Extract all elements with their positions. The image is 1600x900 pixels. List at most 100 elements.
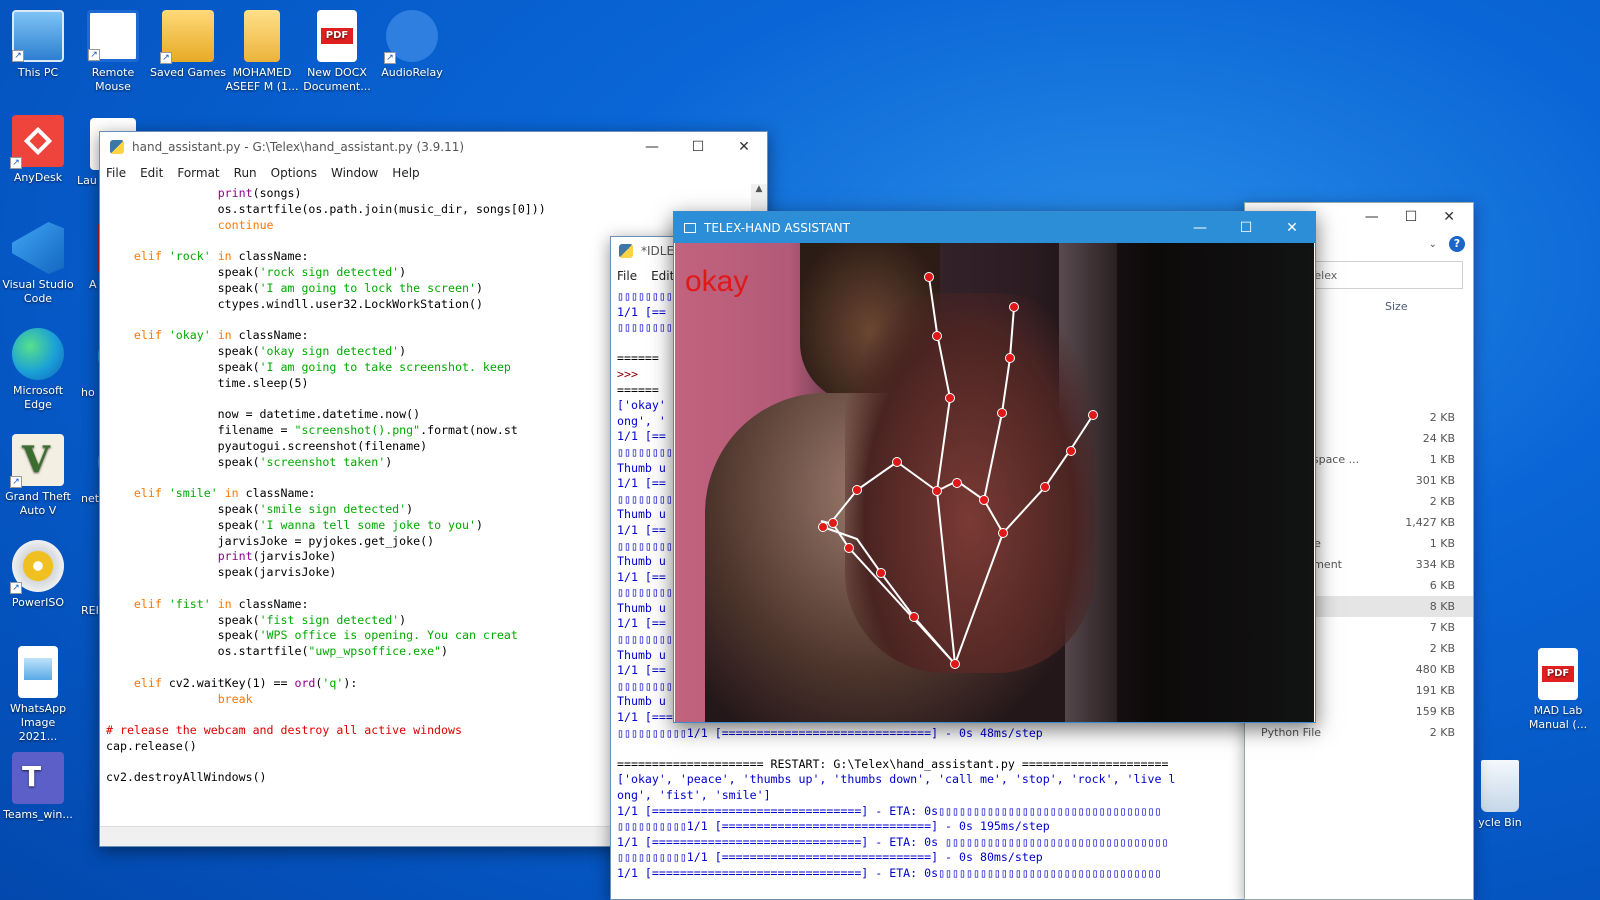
minimize-button[interactable]: — <box>1177 220 1223 236</box>
landmark-line-palm-2 <box>983 499 1004 534</box>
shell-line: ▯▯▯▯▯▯▯▯▯▯1/1 [=========================… <box>617 725 1043 740</box>
desktop-icon-audiorelay[interactable]: ↗ AudioRelay <box>374 10 450 80</box>
camera-titlebar[interactable]: TELEX-HAND ASSISTANT — ☐ ✕ <box>674 212 1315 243</box>
desktop-icon-this-pc[interactable]: ↗ This PC <box>0 10 76 80</box>
menu-edit[interactable]: Edit <box>140 166 163 180</box>
desktop-icon-poweriso[interactable]: ↗ PowerISO <box>0 540 76 610</box>
desktop-icon-mad-lab[interactable]: PDF MAD Lab Manual (... <box>1520 648 1596 732</box>
shell-line: ong', 'fist', 'smile'] <box>617 788 771 802</box>
shell-line: ===================== RESTART: G:\Telex\… <box>617 756 1169 771</box>
menu-edit[interactable]: Edit <box>651 269 674 283</box>
minimize-button[interactable]: — <box>1365 209 1379 225</box>
file-size: 6 KB <box>1429 579 1455 592</box>
file-row[interactable]: Python File 2 KB <box>1245 722 1473 743</box>
maximize-button[interactable]: ☐ <box>1223 220 1269 236</box>
landmark-point <box>818 522 828 532</box>
landmark-point <box>1088 410 1098 420</box>
file-size: 2 KB <box>1429 642 1455 655</box>
file-size: 24 KB <box>1422 432 1455 445</box>
detected-gesture-label: okay <box>685 265 749 298</box>
menu-options[interactable]: Options <box>271 166 317 180</box>
menu-window[interactable]: Window <box>331 166 378 180</box>
menu-file[interactable]: File <box>617 269 637 283</box>
landmark-point <box>997 408 1007 418</box>
gta-icon: V ↗ <box>10 434 64 488</box>
shell-line: 1/1 [==============================] - E… <box>617 803 1162 818</box>
anydesk-icon: ↗ <box>10 115 64 169</box>
file-size: 1 KB <box>1429 537 1455 550</box>
desktop-icon-mohamed[interactable]: MOHAMED ASEEF M (1... <box>224 10 300 94</box>
desktop-icon-edge[interactable]: Microsoft Edge <box>0 328 76 412</box>
landmark-point <box>950 659 960 669</box>
desktop-icon-remote-mouse[interactable]: ↗ Remote Mouse <box>75 10 151 94</box>
desktop-icon-gta[interactable]: V ↗ Grand Theft Auto V <box>0 434 76 518</box>
window-app-icon <box>684 222 696 233</box>
landmark-line-palm <box>896 461 938 492</box>
hand-landmarks-overlay <box>818 272 1098 669</box>
landmark-point <box>979 495 989 505</box>
menu-format[interactable]: Format <box>177 166 219 180</box>
folder-icon <box>244 10 280 62</box>
edge-icon <box>12 328 64 380</box>
desktop-icon-anydesk[interactable]: ↗ AnyDesk <box>0 115 76 185</box>
python-icon <box>619 244 633 258</box>
close-button[interactable]: ✕ <box>1269 220 1315 236</box>
file-size: 2 KB <box>1429 726 1455 739</box>
menu-help[interactable]: Help <box>392 166 419 180</box>
desktop-icon-saved-games[interactable]: ↗ Saved Games <box>150 10 226 80</box>
scroll-up-icon[interactable]: ▲ <box>751 184 767 194</box>
size-column-header[interactable]: Size <box>1375 300 1408 313</box>
maximize-button[interactable]: ☐ <box>1405 209 1418 225</box>
python-icon <box>110 140 124 154</box>
maximize-button[interactable]: ☐ <box>675 139 721 155</box>
landmark-point <box>1009 302 1019 312</box>
desktop-icon-teams[interactable]: T Teams_win... <box>0 752 76 822</box>
landmark-point <box>998 528 1008 538</box>
shell-line: ▯▯▯▯▯▯▯▯▯▯1/1 [=========================… <box>617 850 1043 865</box>
file-size: 480 KB <box>1415 663 1455 676</box>
editor-titlebar[interactable]: hand_assistant.py - G:\Telex\hand_assist… <box>100 132 767 162</box>
landmark-point <box>909 612 919 622</box>
desktop-icon-new-docx[interactable]: PDF New DOCX Document... <box>299 10 375 94</box>
close-button[interactable]: ✕ <box>721 139 767 155</box>
landmark-line-index <box>820 520 956 665</box>
shell-line: 1/1 [==============================] - E… <box>617 865 1162 880</box>
landmark-point <box>1005 353 1015 363</box>
file-size: 191 KB <box>1415 684 1455 697</box>
landmark-point <box>932 486 942 496</box>
file-type: Python File <box>1261 726 1322 739</box>
file-size: 1 KB <box>1429 453 1455 466</box>
desktop-icon-whatsapp-image[interactable]: WhatsApp Image 2021... <box>0 646 76 744</box>
pdf-icon: PDF <box>1538 648 1578 700</box>
editor-title: hand_assistant.py - G:\Telex\hand_assist… <box>132 140 465 154</box>
folder-icon: ↗ <box>160 10 214 64</box>
file-size: 159 KB <box>1415 705 1455 718</box>
close-button[interactable]: ✕ <box>1443 209 1455 225</box>
computer-icon: ↗ <box>12 10 64 62</box>
menu-run[interactable]: Run <box>234 166 257 180</box>
pdf-icon: PDF <box>317 10 357 62</box>
help-icon[interactable]: ? <box>1449 236 1465 252</box>
landmark-point <box>876 568 886 578</box>
file-size: 8 KB <box>1429 600 1455 613</box>
file-size: 334 KB <box>1415 558 1455 571</box>
camera-window: TELEX-HAND ASSISTANT — ☐ ✕ okay <box>673 211 1316 723</box>
menu-file[interactable]: File <box>106 166 126 180</box>
file-size: 301 KB <box>1415 474 1455 487</box>
landmark-point <box>844 543 854 553</box>
code-line: continue <box>217 217 274 232</box>
image-icon <box>18 646 58 698</box>
landmark-point <box>932 331 942 341</box>
shell-line: 1/1 [==============================] - E… <box>617 834 1169 849</box>
minimize-button[interactable]: — <box>629 139 675 155</box>
code-line: os.startfile(os.path.join(music_dir, son… <box>106 201 546 216</box>
file-size: 1,427 KB <box>1405 516 1455 529</box>
shell-line: ▯▯▯▯▯▯▯▯▯▯1/1 [=========================… <box>617 819 1050 834</box>
desktop-icon-vscode[interactable]: Visual Studio Code <box>0 222 76 306</box>
camera-title: TELEX-HAND ASSISTANT <box>704 220 850 235</box>
chevron-down-icon[interactable]: ⌄ <box>1429 239 1437 250</box>
file-size: 2 KB <box>1429 495 1455 508</box>
audiorelay-icon: ↗ <box>384 10 438 64</box>
shell-line: ['okay', 'peace', 'thumbs up', 'thumbs d… <box>617 772 1176 787</box>
landmark-point <box>1040 482 1050 492</box>
